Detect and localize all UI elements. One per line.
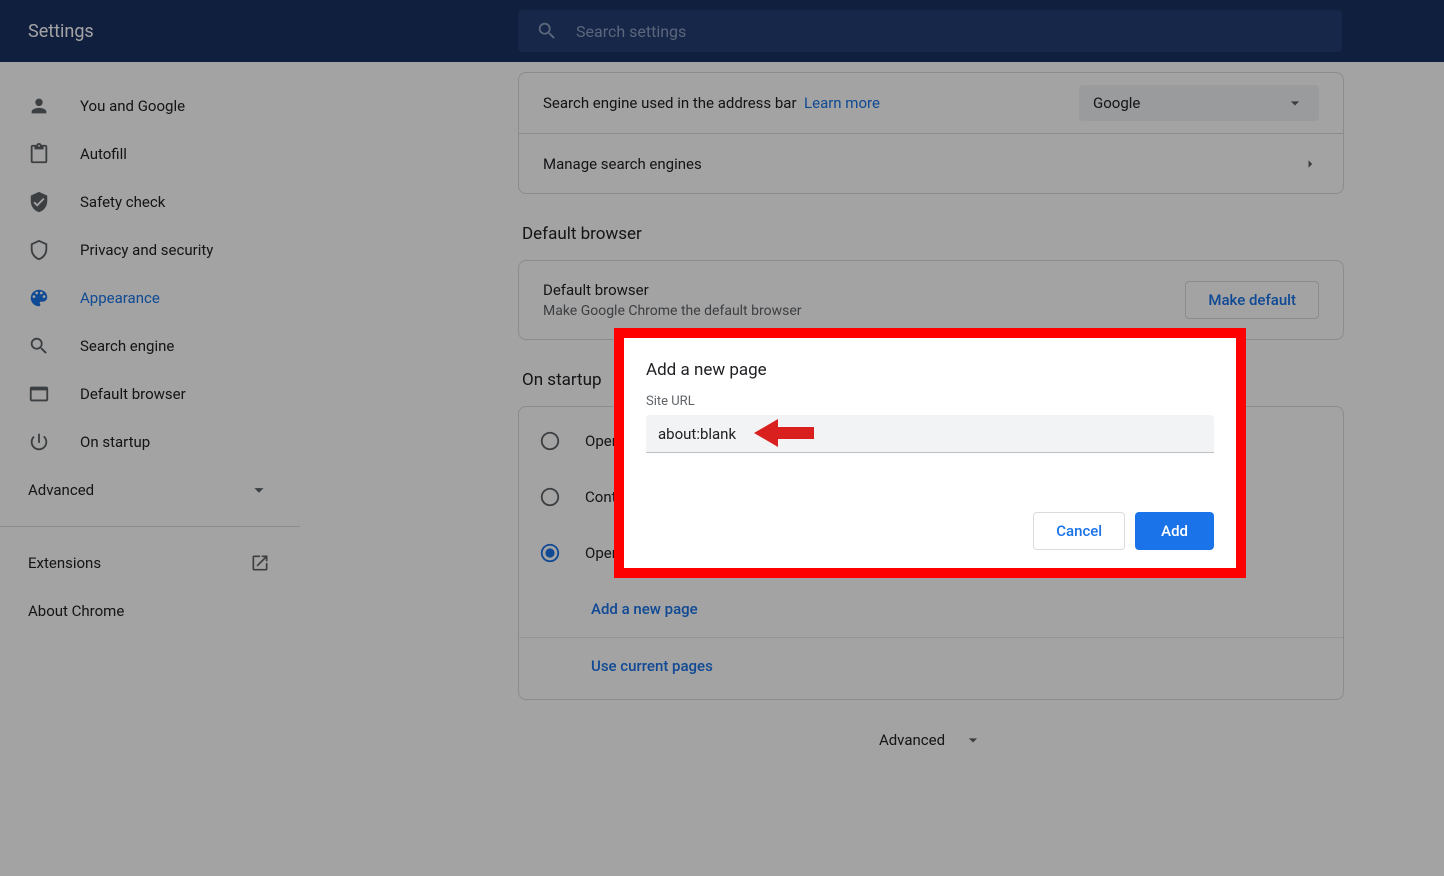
dialog-title: Add a new page — [646, 360, 1214, 380]
site-url-input[interactable] — [646, 415, 1214, 453]
url-field-label: Site URL — [646, 394, 1214, 409]
add-button[interactable]: Add — [1135, 512, 1214, 550]
dialog-highlight-border: Add a new page Site URL Cancel Add — [614, 328, 1246, 578]
cancel-button[interactable]: Cancel — [1033, 512, 1125, 550]
annotation-arrow — [754, 417, 814, 449]
add-page-dialog: Add a new page Site URL Cancel Add — [624, 338, 1236, 568]
